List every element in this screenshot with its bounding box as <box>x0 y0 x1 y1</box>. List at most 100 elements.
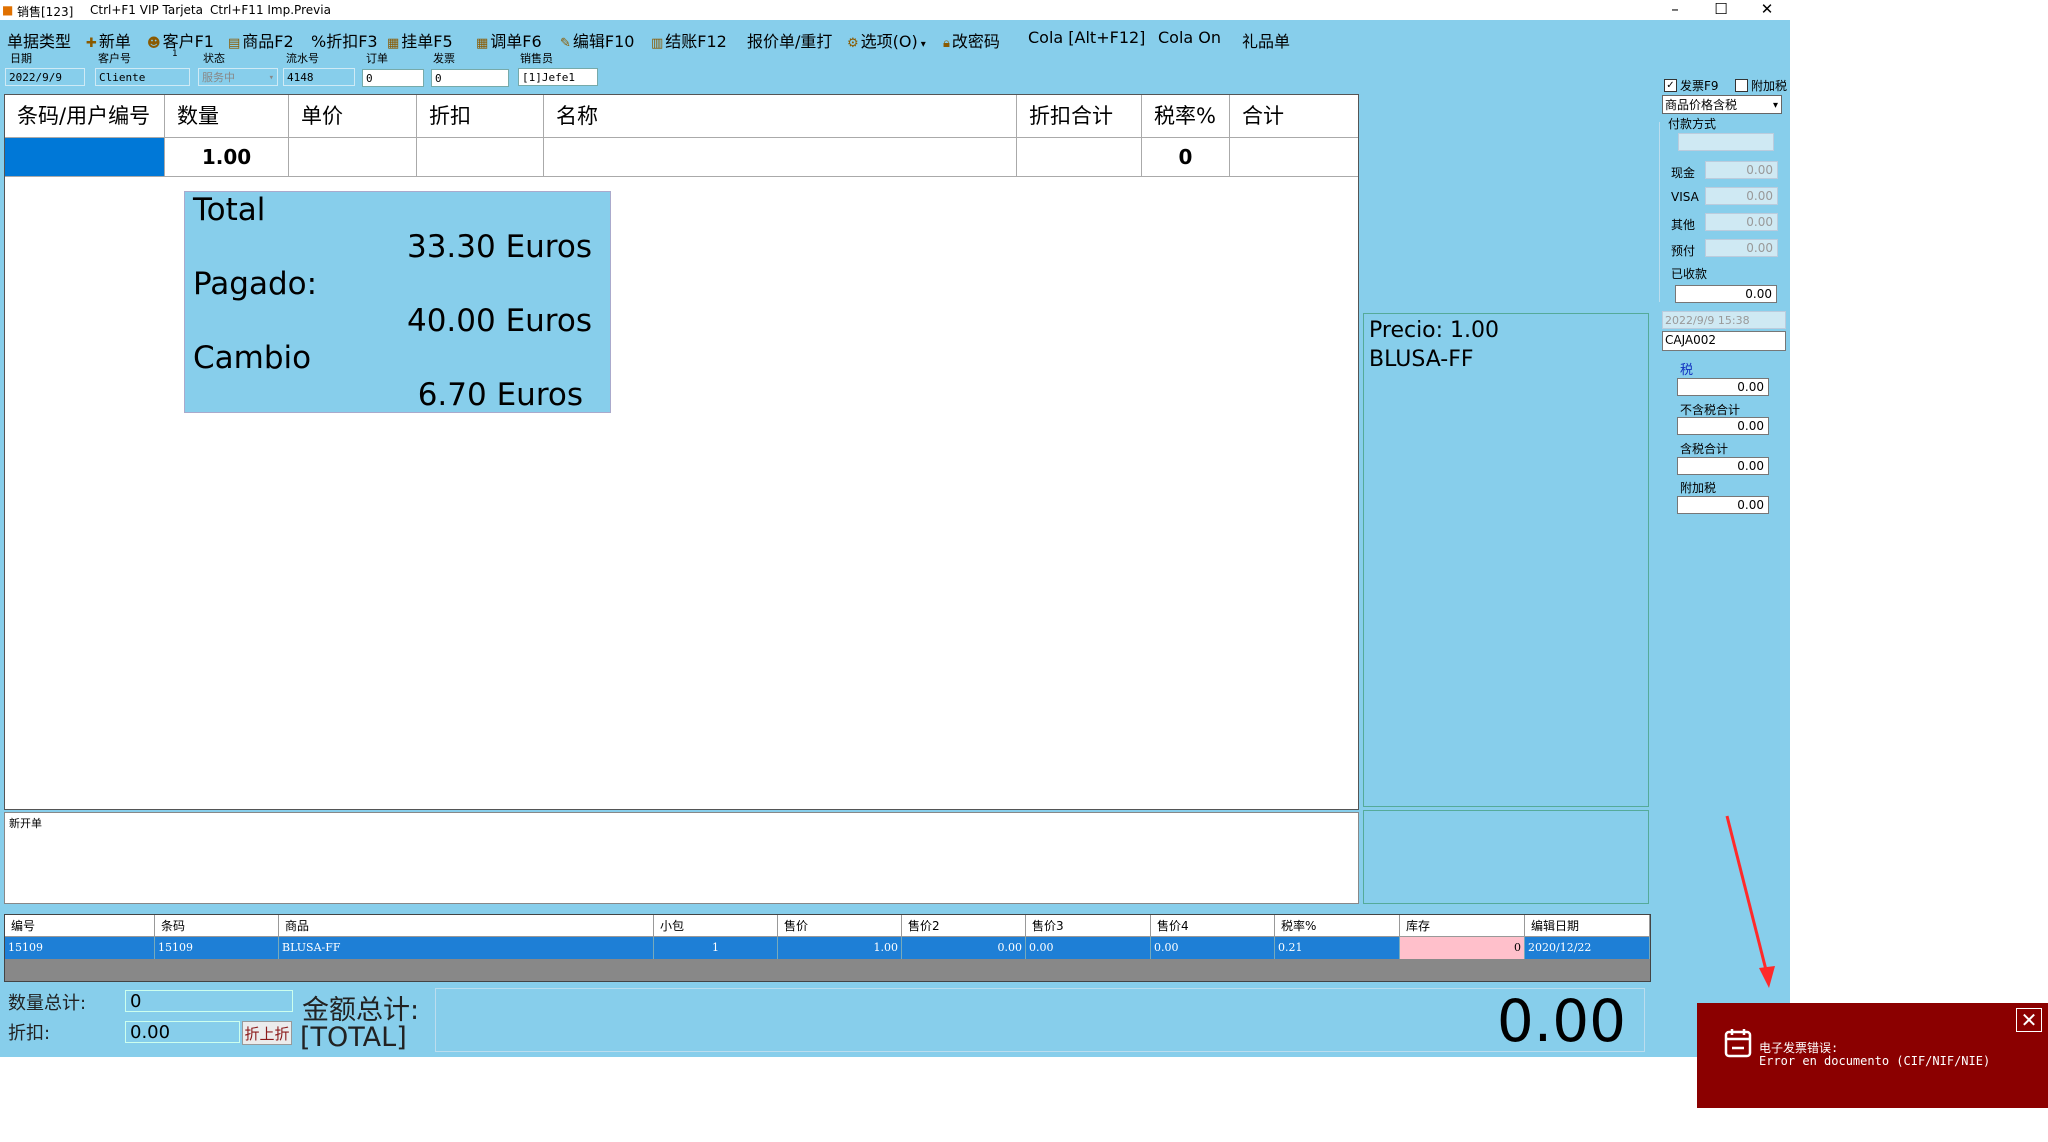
received-field[interactable]: 0.00 <box>1675 285 1777 303</box>
product-row-stock[interactable]: 0 <box>1400 937 1525 959</box>
pcol-barcode[interactable]: 条码 <box>155 915 279 937</box>
product-row-cell[interactable]: 2020/12/22 <box>1525 937 1650 959</box>
pcol-id[interactable]: 编号 <box>5 915 155 937</box>
menu-product[interactable]: ▤ 商品F2 <box>228 28 294 52</box>
maximize-button[interactable]: ☐ <box>1698 0 1744 20</box>
gross-field[interactable]: 0.00 <box>1677 457 1769 475</box>
change-label: Cambio <box>193 340 312 376</box>
col-barcode[interactable]: 条码/用户编号 <box>5 95 165 138</box>
payment-method-field[interactable] <box>1678 133 1774 151</box>
product-row-cell[interactable]: 0.00 <box>1151 937 1275 959</box>
menu-new[interactable]: ✚ 新单 <box>86 28 131 52</box>
extra-discount-button[interactable]: 折上折 <box>242 1021 292 1045</box>
paid-label: Pagado: <box>193 266 318 302</box>
col-unit-price[interactable]: 单价 <box>289 95 417 138</box>
product-row-cell[interactable]: 0.00 <box>1026 937 1151 959</box>
barcode-input-cell[interactable] <box>5 138 165 177</box>
col-discount-total[interactable]: 折扣合计 <box>1017 95 1142 138</box>
minimize-button[interactable]: – <box>1652 0 1698 20</box>
total-label: Total <box>193 192 266 228</box>
date-label: 日期 <box>10 52 32 65</box>
close-icon[interactable]: ✕ <box>2016 1008 2042 1032</box>
surcharge-checkbox[interactable]: 附加税 <box>1735 77 1787 94</box>
status-select[interactable]: 服务中 ▾ <box>198 68 278 86</box>
visa-field[interactable]: 0.00 <box>1705 187 1778 205</box>
unit-price-cell[interactable] <box>289 138 417 177</box>
discount-cell[interactable] <box>417 138 544 177</box>
product-row-cell[interactable]: 0.00 <box>902 937 1026 959</box>
menu-gift-receipt[interactable]: 礼品单 <box>1242 28 1290 52</box>
menu-doc-type[interactable]: 单据类型 <box>7 28 71 52</box>
close-window-button[interactable]: ✕ <box>1744 0 1790 20</box>
tax-field[interactable]: 0.00 <box>1677 378 1769 396</box>
pcol-edit-date[interactable]: 编辑日期 <box>1525 915 1650 937</box>
tax-rate-cell[interactable]: 0 <box>1142 138 1230 177</box>
pcol-tax[interactable]: 税率% <box>1275 915 1400 937</box>
net-field[interactable]: 0.00 <box>1677 417 1769 435</box>
price-mode-select[interactable]: 商品价格含税 ▾ <box>1662 95 1782 114</box>
menu-change-password[interactable]: 🔒︎ 改密码 <box>943 28 1000 52</box>
prepaid-field[interactable]: 0.00 <box>1705 239 1778 257</box>
date-field[interactable]: 2022/9/9 <box>5 68 85 86</box>
menu-cola[interactable]: Cola [Alt+F12] <box>1028 28 1145 47</box>
product-row-cell[interactable]: 1.00 <box>778 937 902 959</box>
order-label: 订单 <box>366 52 388 65</box>
cash-field[interactable]: 0.00 <box>1705 161 1778 179</box>
col-discount[interactable]: 折扣 <box>417 95 544 138</box>
qty-cell[interactable]: 1.00 <box>165 138 289 177</box>
menu-customer[interactable]: ☻ 客户F1 <box>147 28 214 52</box>
qty-total-field[interactable]: 0 <box>125 990 293 1012</box>
change-value: 6.70 Euros <box>417 377 583 413</box>
menu-discount[interactable]: %折扣F3 <box>311 28 378 52</box>
invoice-f9-checkbox[interactable]: ✓ 发票F9 <box>1664 77 1719 94</box>
notes-area[interactable]: 新开单 <box>4 812 1359 904</box>
product-row-cell[interactable]: 15109 <box>155 937 279 959</box>
extra-tax-field[interactable]: 0.00 <box>1677 496 1769 514</box>
extra-tax-label: 附加税 <box>1680 481 1717 495</box>
discount-total-field[interactable]: 0.00 <box>125 1021 240 1043</box>
menu-edit[interactable]: ✎ 编辑F10 <box>560 28 634 52</box>
menu-quote-reprint[interactable]: 报价单/重打 <box>747 28 832 52</box>
col-total[interactable]: 合计 <box>1230 95 1358 138</box>
pcol-price4[interactable]: 售价4 <box>1151 915 1275 937</box>
pcol-pack[interactable]: 小包 <box>654 915 778 937</box>
serial-label: 流水号 <box>286 52 319 65</box>
menu-hold[interactable]: ▦ 挂单F5 <box>387 28 453 52</box>
customer-label: 客户号 <box>98 52 131 65</box>
pcol-price2[interactable]: 售价2 <box>902 915 1026 937</box>
pcol-price[interactable]: 售价 <box>778 915 902 937</box>
menu-checkout[interactable]: ▥ 结账F12 <box>651 28 727 52</box>
product-row-cell[interactable]: 15109 <box>5 937 155 959</box>
order-field[interactable]: 0 <box>362 69 424 87</box>
menu-recall[interactable]: ▦ 调单F6 <box>476 28 542 52</box>
lock-icon: 🔒︎ <box>943 36 950 51</box>
total-cell[interactable] <box>1230 138 1358 177</box>
discount-total-cell[interactable] <box>1017 138 1142 177</box>
menu-cola-on[interactable]: Cola On <box>1158 28 1221 47</box>
name-cell[interactable] <box>544 138 1017 177</box>
amount-total-sub: [TOTAL] <box>300 1022 407 1053</box>
pcol-price3[interactable]: 售价3 <box>1026 915 1151 937</box>
calc-icon: ▦ <box>387 36 400 51</box>
box-icon: ▤ <box>228 36 241 51</box>
seller-field[interactable]: [1]Jefe1 <box>518 68 598 86</box>
change-summary-panel: Total 33.30 Euros Pagado: 40.00 Euros Ca… <box>184 191 611 413</box>
pcol-product[interactable]: 商品 <box>279 915 654 937</box>
invoice-field[interactable]: 0 <box>431 69 509 87</box>
col-qty[interactable]: 数量 <box>165 95 289 138</box>
other-label: 其他 <box>1671 218 1696 232</box>
customer-field[interactable]: Cliente <box>95 68 190 86</box>
pcol-stock[interactable]: 库存 <box>1400 915 1525 937</box>
gear-icon: ⚙ <box>847 36 859 51</box>
product-row-cell[interactable]: 0.21 <box>1275 937 1400 959</box>
menu-options[interactable]: ⚙ 选项(O) ▾ <box>847 28 926 52</box>
col-name[interactable]: 名称 <box>544 95 1017 138</box>
product-row-cell[interactable]: BLUSA-FF <box>279 937 654 959</box>
seller-label: 销售员 <box>520 52 553 65</box>
col-tax-rate[interactable]: 税率% <box>1142 95 1230 138</box>
other-field[interactable]: 0.00 <box>1705 213 1778 231</box>
register-field[interactable]: CAJA002 <box>1662 331 1786 351</box>
net-label: 不含税合计 <box>1680 403 1741 417</box>
product-row-cell[interactable]: 1 <box>654 937 778 959</box>
serial-field[interactable]: 4148 <box>283 68 355 86</box>
